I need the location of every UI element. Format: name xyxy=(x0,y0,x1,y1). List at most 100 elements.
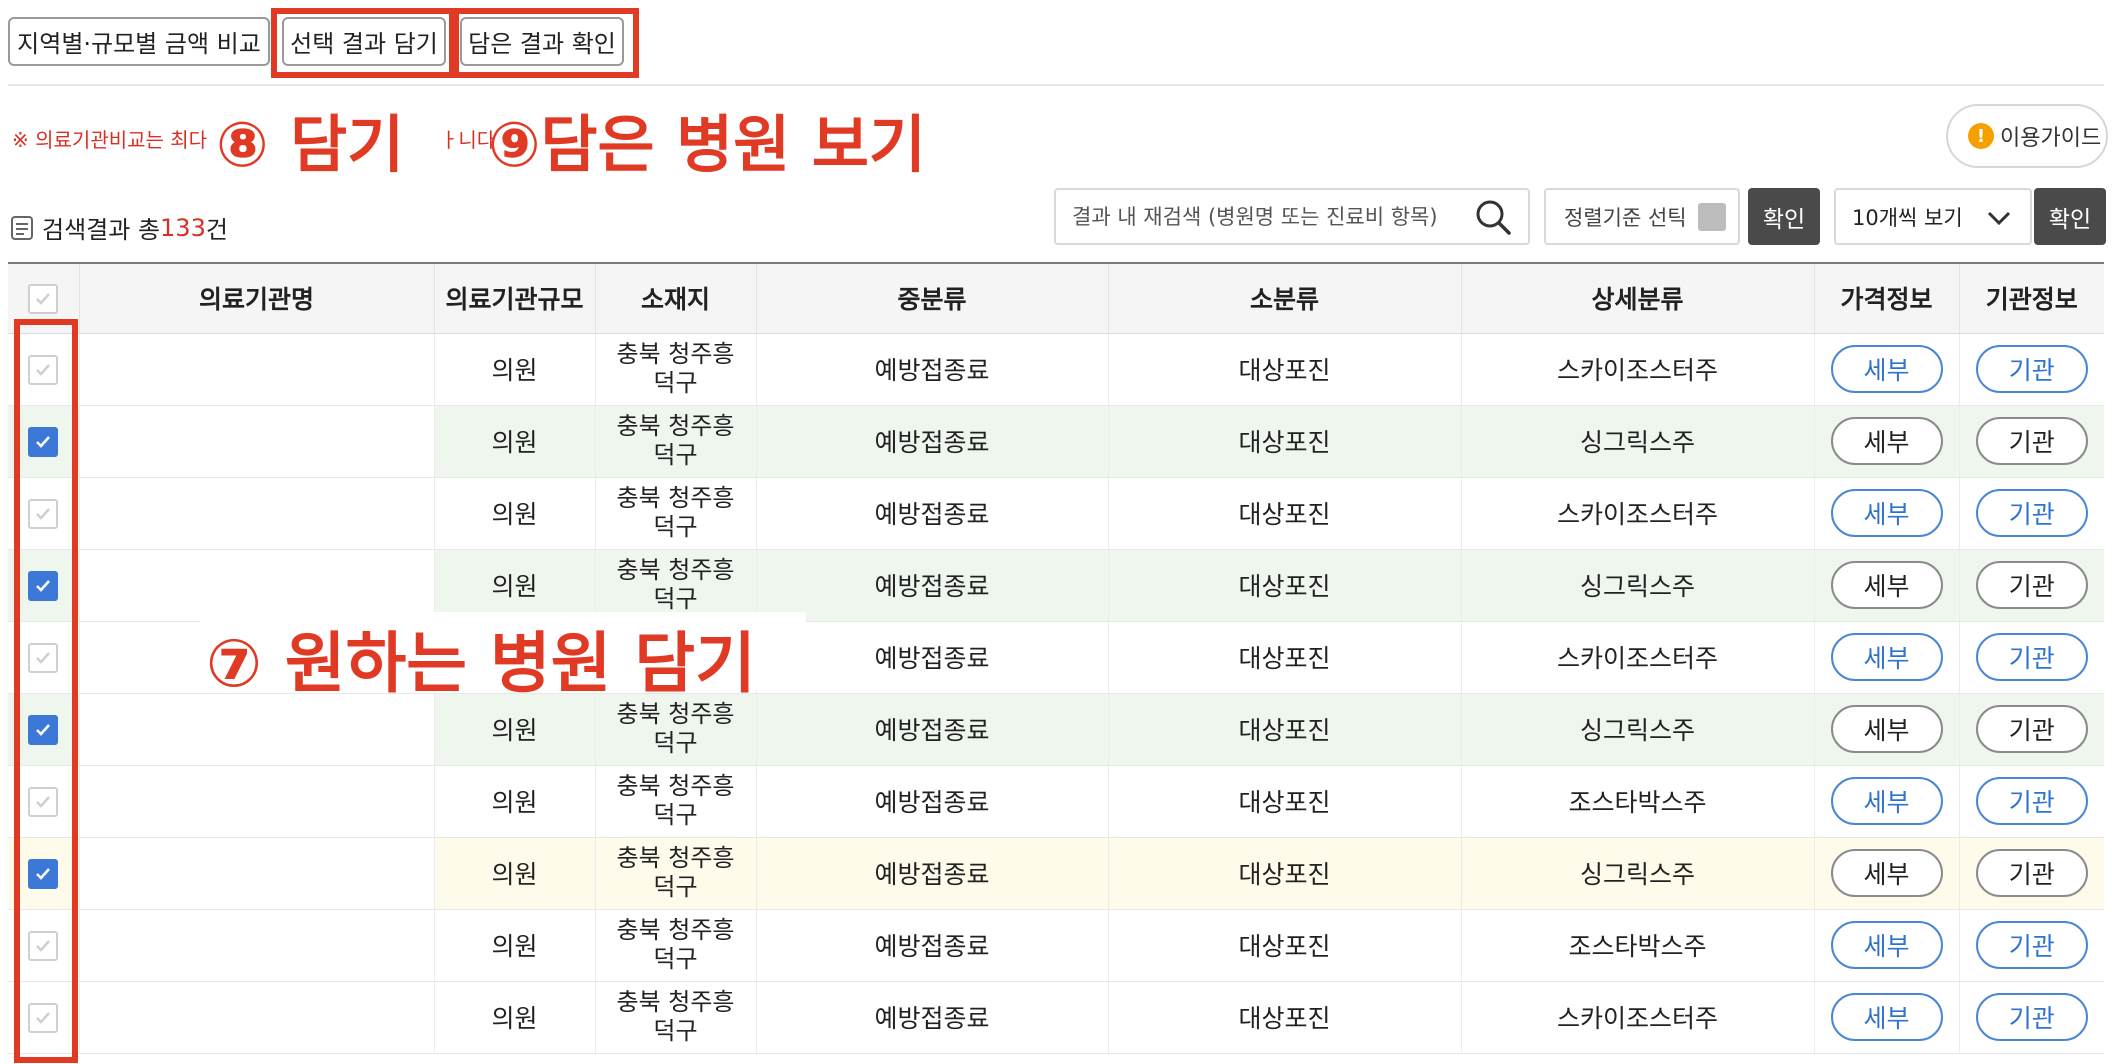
location-line1: 충북 청주흥 xyxy=(616,556,735,584)
region-compare-button[interactable]: 지역별·규모별 금액 비교 xyxy=(8,17,270,66)
institution-info-button[interactable]: 기관 xyxy=(1975,849,2088,897)
per-page-select[interactable]: 10개씩 보기 xyxy=(1834,188,2032,245)
location: 충북 청주흥 덕구 xyxy=(594,909,756,982)
table-row: 의원 충북 청주흥 덕구 예방접종료 대상포진 싱그릭스주 세부 기관 xyxy=(8,405,2104,478)
price-detail-button[interactable]: 세부 xyxy=(1830,777,1943,825)
institution-name xyxy=(78,405,434,478)
sub-category: 대상포진 xyxy=(1107,837,1461,910)
detail-category: 스카이조스터주 xyxy=(1460,981,1814,1054)
mid-category: 예방접종료 xyxy=(755,333,1108,406)
location: 충북 청주흥 덕구 xyxy=(594,477,756,550)
price-cell: 세부 xyxy=(1813,909,1959,982)
location-line2: 덕구 xyxy=(653,1017,698,1045)
institution-size: 의원 xyxy=(433,333,595,406)
price-detail-button[interactable]: 세부 xyxy=(1830,345,1943,393)
institution-info-button[interactable]: 기관 xyxy=(1975,489,2088,537)
institution-name xyxy=(78,765,434,838)
location: 충북 청주흥 덕구 xyxy=(594,765,756,838)
price-cell: 세부 xyxy=(1813,981,1959,1054)
institution-info-button[interactable]: 기관 xyxy=(1975,345,2088,393)
location-line2: 덕구 xyxy=(653,873,698,901)
location-line1: 충북 청주흥 xyxy=(616,988,735,1016)
price-cell: 세부 xyxy=(1813,477,1959,550)
institution-size: 의원 xyxy=(433,981,595,1054)
location-line2: 덕구 xyxy=(653,369,698,397)
list-icon xyxy=(1698,203,1726,231)
inst-cell: 기관 xyxy=(1958,621,2104,694)
price-detail-button[interactable]: 세부 xyxy=(1830,849,1943,897)
search-input[interactable] xyxy=(1054,188,1530,245)
institution-info-button[interactable]: 기관 xyxy=(1975,417,2088,465)
institution-info-button[interactable]: 기관 xyxy=(1975,633,2088,681)
location: 충북 청주흥 덕구 xyxy=(594,981,756,1054)
location-line1: 충북 청주흥 xyxy=(616,916,735,944)
annotation-select-hospitals: ⑦ 원하는 병원 담기 xyxy=(206,625,756,702)
institution-info-button[interactable]: 기관 xyxy=(1975,777,2088,825)
sub-category: 대상포진 xyxy=(1107,405,1461,478)
mid-category: 예방접종료 xyxy=(755,981,1108,1054)
institution-size: 의원 xyxy=(433,405,595,478)
usage-guide-button[interactable]: ! 이용가이드 xyxy=(1946,104,2108,168)
result-suffix: 건 xyxy=(205,216,228,244)
price-detail-button[interactable]: 세부 xyxy=(1830,705,1943,753)
location-line1: 충북 청주흥 xyxy=(616,844,735,872)
header-sub-category: 소분류 xyxy=(1107,262,1461,334)
result-prefix: 검색결과 총 xyxy=(42,216,161,244)
highlight-view-added xyxy=(453,8,639,78)
price-detail-button[interactable]: 세부 xyxy=(1830,921,1943,969)
sort-confirm-button[interactable]: 확인 xyxy=(1748,188,1820,245)
sub-category: 대상포진 xyxy=(1107,477,1461,550)
per-page-confirm-button[interactable]: 확인 xyxy=(2034,188,2106,245)
institution-size: 의원 xyxy=(433,909,595,982)
price-cell: 세부 xyxy=(1813,837,1959,910)
inst-cell: 기관 xyxy=(1958,981,2104,1054)
header-institution-info: 기관정보 xyxy=(1958,262,2104,334)
search-icon[interactable] xyxy=(1474,198,1512,236)
location-line2: 덕구 xyxy=(653,513,698,541)
price-cell: 세부 xyxy=(1813,693,1959,766)
sub-category: 대상포진 xyxy=(1107,549,1461,622)
detail-category: 조스타박스주 xyxy=(1460,765,1814,838)
location-line2: 덕구 xyxy=(653,945,698,973)
sub-category: 대상포진 xyxy=(1107,333,1461,406)
institution-info-button[interactable]: 기관 xyxy=(1975,705,2088,753)
table-row: 의원 충북 청주흥 덕구 예방접종료 대상포진 스카이조스터주 세부 기관 xyxy=(8,981,2104,1054)
header-detail-category: 상세분류 xyxy=(1460,262,1814,334)
mid-category: 예방접종료 xyxy=(755,693,1108,766)
price-detail-button[interactable]: 세부 xyxy=(1830,489,1943,537)
location-line2: 덕구 xyxy=(653,801,698,829)
price-detail-button[interactable]: 세부 xyxy=(1830,561,1943,609)
institution-name xyxy=(78,909,434,982)
sub-category: 대상포진 xyxy=(1107,765,1461,838)
institution-size: 의원 xyxy=(433,837,595,910)
header-institution-name: 의료기관명 xyxy=(78,262,434,334)
institution-name xyxy=(78,981,434,1054)
detail-category: 스카이조스터주 xyxy=(1460,477,1814,550)
price-detail-button[interactable]: 세부 xyxy=(1830,633,1943,681)
mid-category: 예방접종료 xyxy=(755,477,1108,550)
location-line2: 덕구 xyxy=(653,441,698,469)
usage-guide-label: 이용가이드 xyxy=(2000,126,2102,151)
institution-info-button[interactable]: 기관 xyxy=(1975,921,2088,969)
header-institution-size: 의료기관규모 xyxy=(433,262,595,334)
location-line1: 충북 청주흥 xyxy=(616,772,735,800)
sub-category: 대상포진 xyxy=(1107,693,1461,766)
location-line1: 충북 청주흥 xyxy=(616,412,735,440)
select-all-checkbox[interactable] xyxy=(28,283,59,314)
table-row: 의원 충북 청주흥 덕구 예방접종료 대상포진 조스타박스주 세부 기관 xyxy=(8,909,2104,982)
institution-name xyxy=(78,837,434,910)
price-detail-button[interactable]: 세부 xyxy=(1830,993,1943,1041)
price-detail-button[interactable]: 세부 xyxy=(1830,417,1943,465)
location: 충북 청주흥 덕구 xyxy=(594,405,756,478)
location: 충북 청주흥 덕구 xyxy=(594,837,756,910)
price-cell: 세부 xyxy=(1813,405,1959,478)
sort-placeholder: 정렬기준 선틱 xyxy=(1564,205,1687,230)
info-icon: ! xyxy=(1968,123,1994,149)
price-cell: 세부 xyxy=(1813,549,1959,622)
table-row: 의원 충북 청주흥 덕구 예방접종료 대상포진 스카이조스터주 세부 기관 xyxy=(8,333,2104,406)
divider xyxy=(8,84,2104,86)
institution-info-button[interactable]: 기관 xyxy=(1975,561,2088,609)
price-cell: 세부 xyxy=(1813,333,1959,406)
sort-select[interactable]: 정렬기준 선틱 xyxy=(1544,188,1740,245)
institution-info-button[interactable]: 기관 xyxy=(1975,993,2088,1041)
